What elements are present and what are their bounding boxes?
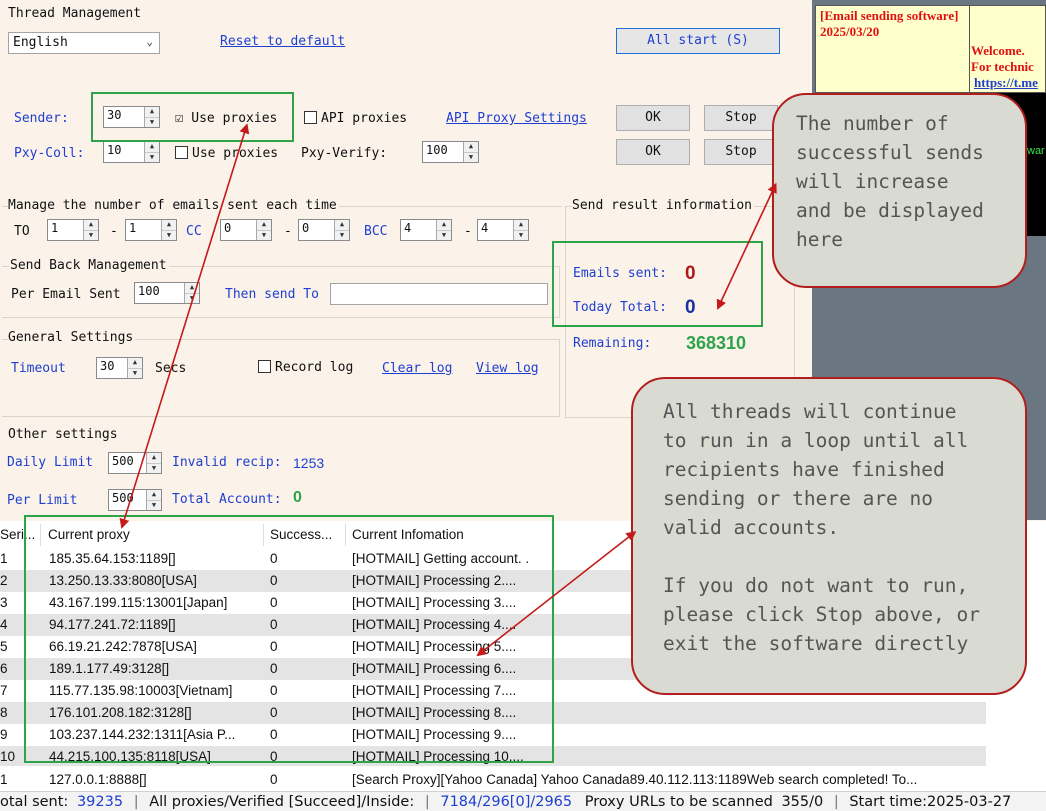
arrow-proxy-to-table — [119, 123, 250, 529]
arrow-threads — [476, 531, 637, 657]
arrow-counter — [716, 182, 777, 310]
annotation-arrows — [119, 123, 777, 657]
